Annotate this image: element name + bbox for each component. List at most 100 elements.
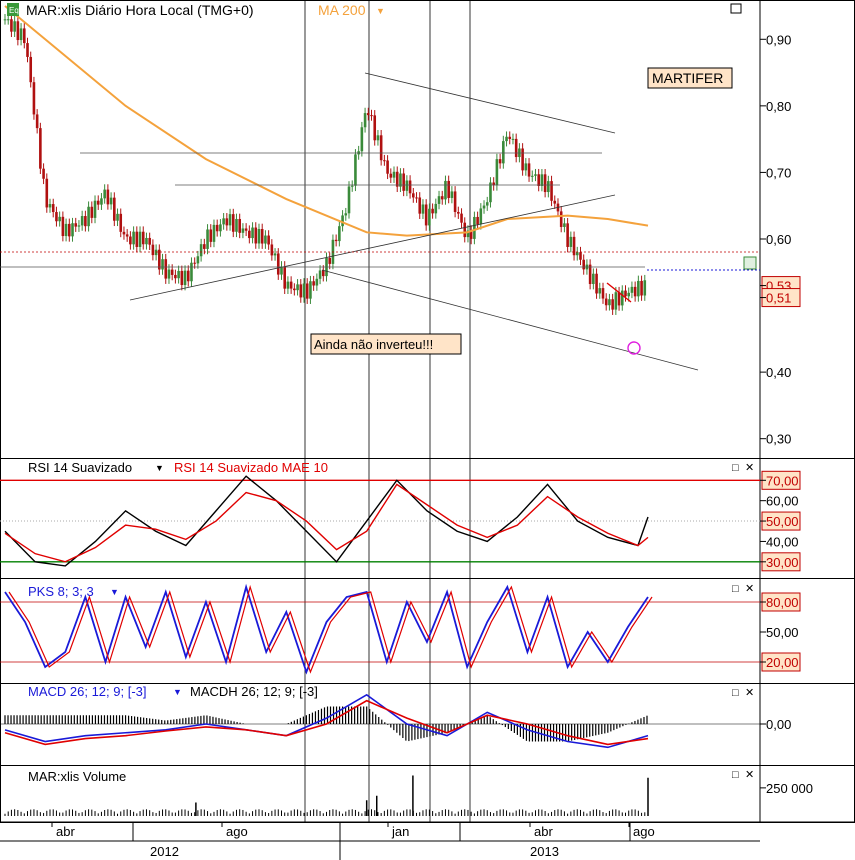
candle-body [161, 259, 164, 270]
stoch-legend[interactable]: PKS 8; 3; 3 [28, 584, 94, 599]
macd-legend[interactable]: MACD 26; 12; 9; [-3] [28, 684, 147, 699]
candle-body [257, 229, 261, 244]
candle-body [444, 180, 447, 200]
candle-body [138, 231, 142, 247]
candle-body [113, 197, 116, 221]
candle-body [293, 288, 296, 291]
candle-body [614, 292, 618, 310]
candle-body [312, 281, 315, 286]
macd-close-icon[interactable]: ✕ [745, 687, 754, 699]
candle-body [633, 286, 637, 297]
note-label: Ainda não inverteu!!! [314, 337, 433, 352]
candle-body [553, 200, 557, 204]
rsi-close-icon[interactable]: ✕ [745, 462, 754, 474]
candle-body [170, 269, 174, 275]
y-tick-label: 70,00 [766, 473, 799, 488]
volume-minimize-icon[interactable]: □ [732, 769, 739, 781]
candle-body [376, 135, 380, 141]
candle-body [453, 191, 457, 212]
price-panel[interactable] [0, 5, 760, 371]
y-tick-label: 80,00 [766, 595, 799, 610]
macd-minimize-icon[interactable]: □ [732, 687, 739, 699]
candle-body [395, 171, 399, 187]
stoch-close-icon[interactable]: ✕ [745, 583, 754, 595]
candle-body [588, 264, 592, 285]
y-tick-label: 40,00 [766, 534, 799, 549]
candle-body [620, 290, 624, 306]
candle-body [373, 115, 377, 141]
candle-body [447, 180, 450, 198]
candle-body [35, 114, 39, 129]
stochastic-panel[interactable] [0, 583, 760, 675]
candle-body [415, 197, 418, 199]
chart-canvas: □ ✕□ ✕□ ✕□ ✕ 0,900,800,700,600,400,300,530,5… [0, 0, 855, 860]
candle-body [302, 283, 306, 298]
candle-body [543, 174, 547, 193]
candle-body [241, 228, 245, 233]
rsi-minimize-icon[interactable]: □ [732, 462, 739, 474]
rsi-line [4, 475, 649, 567]
stoch-minimize-icon[interactable]: □ [732, 583, 739, 595]
candle-body [276, 253, 280, 275]
candle-body [598, 288, 602, 294]
year-label: 2013 [530, 844, 559, 859]
candle-body [527, 163, 531, 177]
stoch-dropdown-icon[interactable]: ▼ [110, 587, 119, 597]
rsi-dropdown-icon[interactable]: ▼ [155, 463, 164, 473]
trend-line [129, 194, 616, 301]
candle-body [68, 223, 71, 237]
candle-body [547, 181, 550, 193]
candle-body [29, 56, 33, 83]
macd-dropdown-icon[interactable]: ▼ [173, 687, 182, 697]
macd-panel[interactable] [0, 693, 760, 749]
candle-body [383, 160, 386, 162]
candle-body [485, 202, 489, 206]
candle-body [482, 205, 486, 209]
volume-close-icon[interactable]: ✕ [745, 769, 754, 781]
candle-body [254, 227, 258, 244]
y-tick-label: 0,51 [766, 291, 791, 306]
candle-body [315, 278, 319, 286]
month-label: ago [226, 824, 248, 839]
ma-legend[interactable]: MA 200 [318, 2, 366, 18]
rsi-legend[interactable]: RSI 14 Suavizado [28, 460, 132, 475]
rsi-panel[interactable] [0, 475, 760, 567]
candle-body [48, 204, 52, 208]
candle-body [199, 244, 203, 257]
candle-body [450, 191, 454, 198]
candle-body [231, 214, 235, 232]
candle-body [341, 215, 344, 227]
candle-body [502, 141, 505, 164]
candle-body [643, 280, 647, 296]
rsi-ma-legend[interactable]: RSI 14 Suavizado MAE 10 [174, 460, 328, 475]
candle-body [418, 197, 422, 214]
candle-body [347, 186, 351, 214]
candle-body [366, 113, 370, 116]
candle-body [145, 237, 148, 245]
macdh-legend[interactable]: MACDH 26; 12; 9; [-3] [190, 684, 318, 699]
candle-body [405, 180, 409, 191]
candle-body [93, 200, 97, 218]
ma-dropdown-icon[interactable]: ▼ [376, 6, 385, 16]
candle-body [428, 208, 431, 226]
candle-body [344, 213, 348, 216]
rsi-ma-line [4, 483, 649, 563]
candle-body [267, 235, 270, 245]
candle-body [186, 270, 190, 282]
x-axis: abr ago jan abr ago 2012 2013 [0, 821, 855, 860]
maximize-icon[interactable] [730, 3, 742, 14]
candle-body [360, 127, 364, 152]
y-axis-labels: 0,900,800,700,600,400,300,530,5170,0060,… [760, 32, 813, 796]
candle-body [354, 154, 357, 186]
candle-body [45, 178, 49, 208]
candle-body [437, 196, 441, 204]
candle-body [572, 236, 576, 256]
volume-legend[interactable]: MAR:xlis Volume [28, 769, 126, 784]
alert-icon[interactable] [743, 256, 757, 270]
candle-body [22, 28, 26, 44]
candle-body [514, 138, 518, 158]
stoch-k-line [4, 583, 649, 675]
y-tick-label: 30,00 [766, 555, 799, 570]
candle-body [617, 292, 621, 306]
candle-body [569, 236, 573, 247]
